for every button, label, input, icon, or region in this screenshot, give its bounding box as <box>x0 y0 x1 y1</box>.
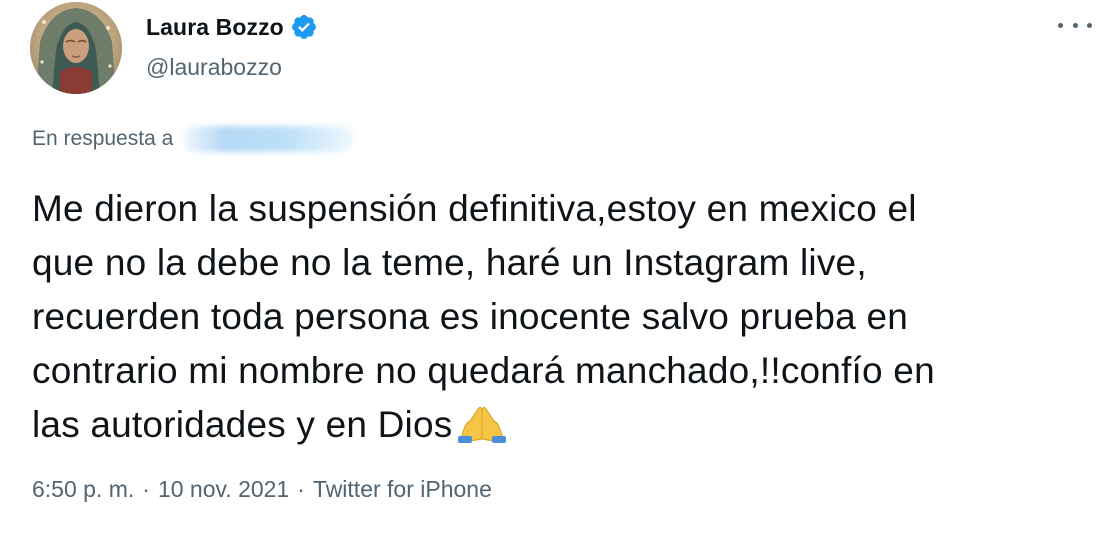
reply-context: En respuesta a <box>32 126 354 152</box>
tweet-date[interactable]: 10 nov. 2021 <box>158 476 289 503</box>
reply-target-redacted[interactable] <box>183 126 354 152</box>
tweet-line-last: las autoridades y en Dios <box>32 398 1092 452</box>
verified-badge-icon <box>290 13 318 41</box>
author-name-row: Laura Bozzo <box>146 10 318 44</box>
tweet-card: Laura Bozzo @laurabozzo En respuesta a M… <box>0 0 1120 536</box>
tweet-meta: 6:50 p. m. · 10 nov. 2021 · Twitter for … <box>32 476 492 503</box>
more-options-icon[interactable] <box>1058 14 1092 36</box>
avatar[interactable] <box>30 2 122 94</box>
author-handle[interactable]: @laurabozzo <box>146 54 318 81</box>
tweet-line: Me dieron la suspensión definitiva,estoy… <box>32 188 917 229</box>
tweet-line: recuerden toda persona es inocente salvo… <box>32 296 908 337</box>
tweet-line: que no la debe no la teme, haré un Insta… <box>32 242 867 283</box>
author-info: Laura Bozzo @laurabozzo <box>146 10 318 81</box>
tweet-source[interactable]: Twitter for iPhone <box>313 476 492 503</box>
meta-separator: · <box>142 476 150 502</box>
reply-prefix: En respuesta a <box>32 127 174 150</box>
tweet-line-text: las autoridades y en Dios <box>32 404 453 445</box>
tweet-line: contrario mi nombre no quedará manchado,… <box>32 350 935 391</box>
tweet-text: Me dieron la suspensión definitiva,estoy… <box>32 182 1092 452</box>
avatar-image-icon <box>30 2 122 94</box>
folded-hands-icon <box>454 403 510 443</box>
author-display-name[interactable]: Laura Bozzo <box>146 14 284 41</box>
tweet-time[interactable]: 6:50 p. m. <box>32 476 134 503</box>
meta-separator: · <box>297 476 305 502</box>
